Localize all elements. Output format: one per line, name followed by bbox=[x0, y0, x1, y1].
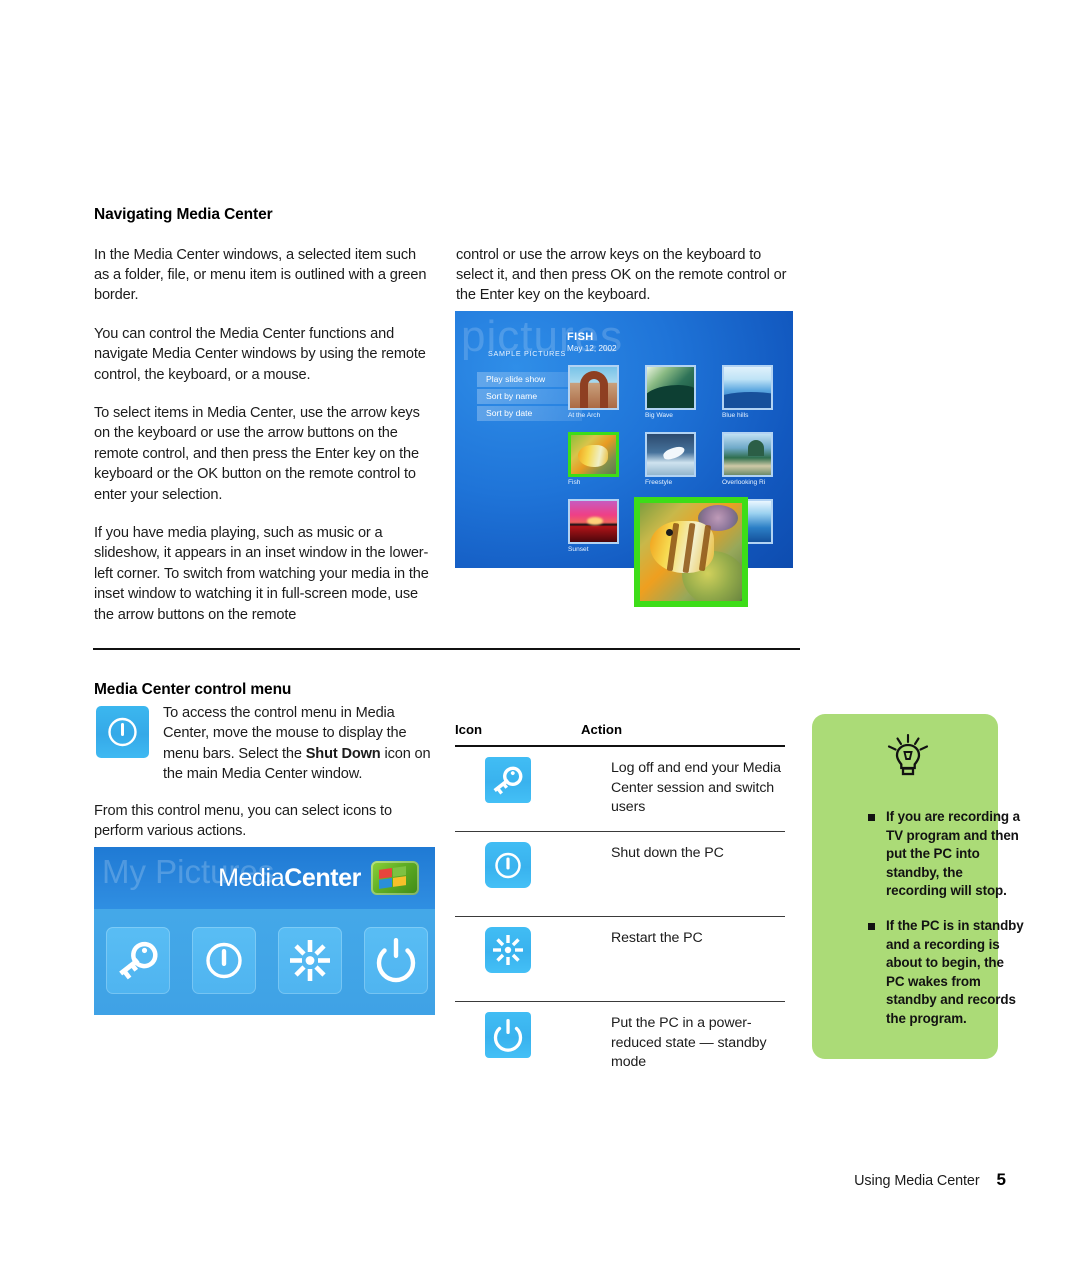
table-cell-action: Put the PC in a power-reduced state — st… bbox=[611, 1015, 767, 1071]
control-menu-heading: Media Center control menu bbox=[94, 681, 292, 698]
media-center-title-bar: My Pictures MediaCenter bbox=[94, 847, 435, 909]
lightbulb-icon bbox=[885, 733, 931, 780]
paragraph: From this control menu, you can select i… bbox=[94, 803, 392, 840]
thumbnail-caption: Overlooking Ri bbox=[722, 479, 766, 486]
thumbnail-image bbox=[645, 432, 696, 477]
tip-item: If the PC is in standby and a recording … bbox=[868, 917, 1024, 1029]
paragraph: In the Media Center windows, a selected … bbox=[94, 246, 427, 304]
table-row: Restart the PC bbox=[455, 917, 785, 1002]
thumbnail-fish-selected[interactable]: Fish bbox=[568, 432, 619, 486]
thumbnail-caption: Fish bbox=[568, 479, 581, 486]
thumbnail-image bbox=[568, 499, 619, 544]
table-row: Put the PC in a power-reduced state — st… bbox=[455, 1002, 785, 1086]
thumbnail-big-wave[interactable]: Big Wave bbox=[645, 365, 696, 419]
table-row: Log off and end your Media Center sessio… bbox=[455, 747, 785, 832]
inset-window-fish bbox=[634, 497, 748, 607]
paragraph: If you have media playing, such as music… bbox=[94, 525, 429, 623]
shut-down-icon bbox=[96, 706, 149, 758]
paragraph: control or use the arrow keys on the key… bbox=[456, 246, 787, 304]
table-cell-action: Shut down the PC bbox=[611, 845, 724, 861]
paragraph: To access the control menu in Media Cent… bbox=[163, 703, 435, 785]
thumbnail-image bbox=[568, 432, 619, 477]
thumbnail-image bbox=[722, 365, 773, 410]
table-cell-icon bbox=[455, 842, 611, 888]
menu-item-sort-by-date[interactable]: Sort by date bbox=[477, 406, 582, 421]
paragraph: To select items in Media Center, use the… bbox=[94, 405, 420, 503]
media-center-control-bar-figure: My Pictures MediaCenter bbox=[94, 847, 435, 1015]
thumbnail-freestyle[interactable]: Freestyle bbox=[645, 432, 696, 486]
shut-down-icon bbox=[485, 842, 531, 888]
footer-label: Using Media Center bbox=[854, 1173, 980, 1189]
thumbnail-image bbox=[722, 432, 773, 477]
menu-item-play-slide-show[interactable]: Play slide show bbox=[477, 372, 582, 387]
navigating-left-column: In the Media Center windows, a selected … bbox=[94, 230, 434, 640]
table-cell-icon bbox=[455, 1012, 611, 1058]
shut-down-icon[interactable] bbox=[192, 927, 256, 994]
inset-fish-eye bbox=[666, 529, 673, 536]
control-menu-second-paragraph: From this control menu, you can select i… bbox=[94, 801, 434, 842]
table-cell-action: Log off and end your Media Center sessio… bbox=[611, 760, 781, 816]
thumbnail-caption: Blue hills bbox=[722, 412, 749, 419]
brand-light: Media bbox=[218, 864, 285, 892]
table-cell-action: Restart the PC bbox=[611, 930, 703, 946]
figure-title: FISH bbox=[567, 331, 594, 343]
media-center-icon-row bbox=[94, 909, 435, 1015]
shut-down-bold: Shut Down bbox=[305, 745, 381, 762]
column-header-icon: Icon bbox=[455, 722, 483, 737]
tip-list: If you are recording a TV program and th… bbox=[828, 808, 1024, 1045]
thumbnail-image bbox=[645, 365, 696, 410]
brand-bold: Center bbox=[284, 864, 361, 892]
page-footer: Using Media Center 5 bbox=[0, 1170, 1006, 1190]
standby-icon[interactable] bbox=[364, 927, 428, 994]
menu-item-label: Play slide show bbox=[486, 374, 546, 384]
navigating-heading: Navigating Media Center bbox=[94, 206, 273, 223]
thumbnail-blue-hills[interactable]: Blue hills bbox=[722, 365, 773, 419]
table-header-row: Icon Action bbox=[455, 722, 785, 747]
table-cell-icon bbox=[455, 927, 611, 973]
standby-icon bbox=[485, 1012, 531, 1058]
media-center-wordmark: MediaCenter bbox=[218, 864, 361, 893]
thumbnail-overlooking-rio[interactable]: Overlooking Ri bbox=[722, 432, 773, 486]
menu-item-sort-by-name[interactable]: Sort by name bbox=[477, 389, 582, 404]
section-divider bbox=[93, 648, 800, 651]
breadcrumb: SAMPLE PICTURES bbox=[488, 349, 566, 358]
navigating-right-column: control or use the arrow keys on the key… bbox=[456, 230, 800, 320]
control-menu-intro: To access the control menu in Media Cent… bbox=[163, 703, 435, 785]
key-icon bbox=[485, 757, 531, 803]
table-cell-icon bbox=[455, 757, 611, 803]
tip-item: If you are recording a TV program and th… bbox=[868, 808, 1024, 901]
thumbnail-at-the-arch[interactable]: At the Arch bbox=[568, 365, 619, 419]
restart-icon bbox=[485, 927, 531, 973]
thumbnail-caption: Sunset bbox=[568, 546, 589, 553]
menu-item-label: Sort by name bbox=[486, 391, 538, 401]
thumbnail-sunset[interactable]: Sunset bbox=[568, 499, 619, 553]
thumbnail-caption: At the Arch bbox=[568, 412, 601, 419]
document-page: Navigating Media Center In the Media Cen… bbox=[0, 0, 1080, 1270]
windows-flag-icon bbox=[371, 861, 419, 895]
key-icon[interactable] bbox=[106, 927, 170, 994]
thumbnail-caption: Freestyle bbox=[645, 479, 673, 486]
tip-callout-box: If you are recording a TV program and th… bbox=[812, 714, 1024, 1059]
menu-item-label: Sort by date bbox=[486, 408, 533, 418]
figure-date: May 12, 2002 bbox=[567, 344, 617, 353]
paragraph: You can control the Media Center functio… bbox=[94, 325, 426, 383]
restart-icon[interactable] bbox=[278, 927, 342, 994]
thumbnail-image bbox=[568, 365, 619, 410]
figure-menu-list: Play slide show Sort by name Sort by dat… bbox=[477, 372, 582, 423]
column-header-action: Action bbox=[581, 722, 623, 737]
table-row: Shut down the PC bbox=[455, 832, 785, 917]
icon-action-table: Icon Action Log off and end your Media C… bbox=[455, 722, 785, 1086]
thumbnail-caption: Big Wave bbox=[645, 412, 673, 419]
page-number: 5 bbox=[996, 1170, 1006, 1189]
